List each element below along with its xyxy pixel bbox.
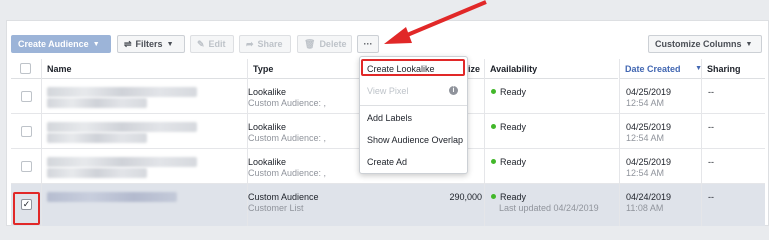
availability-label: Ready: [500, 157, 527, 167]
create-audience-label: Create Audience: [18, 39, 89, 49]
menu-item-show-audience-overlap[interactable]: Show Audience Overlap: [360, 130, 467, 150]
menu-item-create-ad[interactable]: Create Ad: [360, 152, 467, 172]
chevron-down-icon: ▼: [166, 40, 174, 48]
edit-label: Edit: [208, 39, 226, 49]
row-checkbox[interactable]: [21, 126, 32, 137]
redacted-name: [47, 98, 147, 108]
select-all-header: [11, 59, 41, 79]
share-icon: ➦: [246, 38, 254, 49]
redacted-name: [47, 168, 147, 178]
sharing-cell: --: [708, 192, 714, 202]
availability-cell: Ready: [491, 87, 526, 97]
size-cell: 290,000: [449, 192, 482, 202]
type-cell: Lookalike: [248, 122, 287, 132]
redacted-name: [47, 192, 177, 202]
redacted-name: [47, 87, 197, 97]
more-button[interactable]: ···: [357, 35, 379, 53]
more-label: ···: [363, 39, 373, 49]
availability-label: Ready: [500, 192, 527, 202]
time-cell: 12:54 AM: [626, 133, 665, 143]
column-divider: [619, 59, 620, 226]
date-cell: 04/24/2019: [626, 192, 672, 202]
redacted-name: [47, 133, 147, 143]
filters-icon: ⇌: [124, 38, 132, 49]
highlight-selected-checkbox: [13, 192, 40, 225]
edit-button[interactable]: ✎ Edit: [190, 35, 234, 53]
view-pixel-label: View Pixel: [367, 86, 409, 96]
info-icon: i: [449, 86, 458, 95]
availability-label: Ready: [500, 122, 527, 132]
availability-cell: Ready: [491, 192, 526, 202]
column-divider: [701, 59, 702, 226]
menu-divider: [360, 105, 467, 106]
availability-label: Ready: [500, 87, 527, 97]
time-cell: 12:54 AM: [626, 98, 665, 108]
menu-item-view-pixel[interactable]: View Pixel i: [360, 81, 467, 101]
row-checkbox[interactable]: [21, 161, 32, 172]
type-sub-cell: Customer List: [248, 203, 304, 213]
status-dot-icon: [491, 194, 496, 199]
sharing-cell: --: [708, 87, 714, 97]
date-created-label: Date Created: [625, 63, 681, 74]
time-cell: 12:54 AM: [626, 168, 665, 178]
availability-cell: Ready: [491, 122, 526, 132]
customize-columns-label: Customize Columns: [655, 39, 742, 49]
date-cell: 04/25/2019: [626, 87, 672, 97]
menu-item-add-labels[interactable]: Add Labels: [360, 108, 467, 128]
date-cell: 04/25/2019: [626, 122, 672, 132]
chevron-down-icon: ▼: [745, 40, 753, 48]
redacted-name: [47, 157, 197, 167]
availability-cell: Ready: [491, 157, 526, 167]
column-header-date-created[interactable]: Date Created ▼: [619, 59, 705, 79]
redacted-name: [47, 122, 197, 132]
column-header-sharing[interactable]: Sharing: [701, 59, 765, 79]
column-divider: [41, 59, 42, 226]
filters-label: Filters: [135, 39, 163, 49]
column-divider: [484, 59, 485, 226]
sharing-cell: --: [708, 122, 714, 132]
type-sub-cell: Custom Audience: ,: [248, 168, 327, 178]
column-divider: [247, 59, 248, 226]
date-cell: 04/25/2019: [626, 157, 672, 167]
delete-button[interactable]: 🗑 Delete: [297, 35, 352, 53]
highlight-create-lookalike: [361, 59, 465, 76]
share-label: Share: [257, 39, 283, 49]
customize-columns-button[interactable]: Customize Columns ▼: [648, 35, 762, 53]
column-header-availability[interactable]: Availability: [484, 59, 618, 79]
status-dot-icon: [491, 89, 496, 94]
time-cell: 11:08 AM: [626, 203, 664, 213]
type-cell: Lookalike: [248, 157, 287, 167]
table-row-selected[interactable]: ✓ Custom Audience Customer List 290,000 …: [11, 184, 765, 226]
type-cell: Custom Audience: [248, 192, 319, 202]
delete-label: Delete: [319, 39, 347, 49]
create-audience-button[interactable]: Create Audience ▼: [11, 35, 111, 53]
status-dot-icon: [491, 124, 496, 129]
column-header-name[interactable]: Name: [41, 59, 247, 79]
select-all-checkbox[interactable]: [20, 63, 31, 74]
type-sub-cell: Custom Audience: ,: [248, 133, 327, 143]
chevron-down-icon: ▼: [92, 40, 100, 48]
status-dot-icon: [491, 159, 496, 164]
filters-button[interactable]: ⇌ Filters ▼: [117, 35, 185, 53]
type-cell: Lookalike: [248, 87, 287, 97]
annotation-arrow-icon: [384, 0, 487, 44]
type-sub-cell: Custom Audience: ,: [248, 98, 327, 108]
trash-icon: 🗑: [304, 38, 316, 49]
pencil-icon: ✎: [197, 38, 205, 49]
share-button[interactable]: ➦ Share: [239, 35, 291, 53]
availability-sub-cell: Last updated 04/24/2019: [499, 203, 599, 213]
sharing-cell: --: [708, 157, 714, 167]
row-checkbox[interactable]: [21, 91, 32, 102]
